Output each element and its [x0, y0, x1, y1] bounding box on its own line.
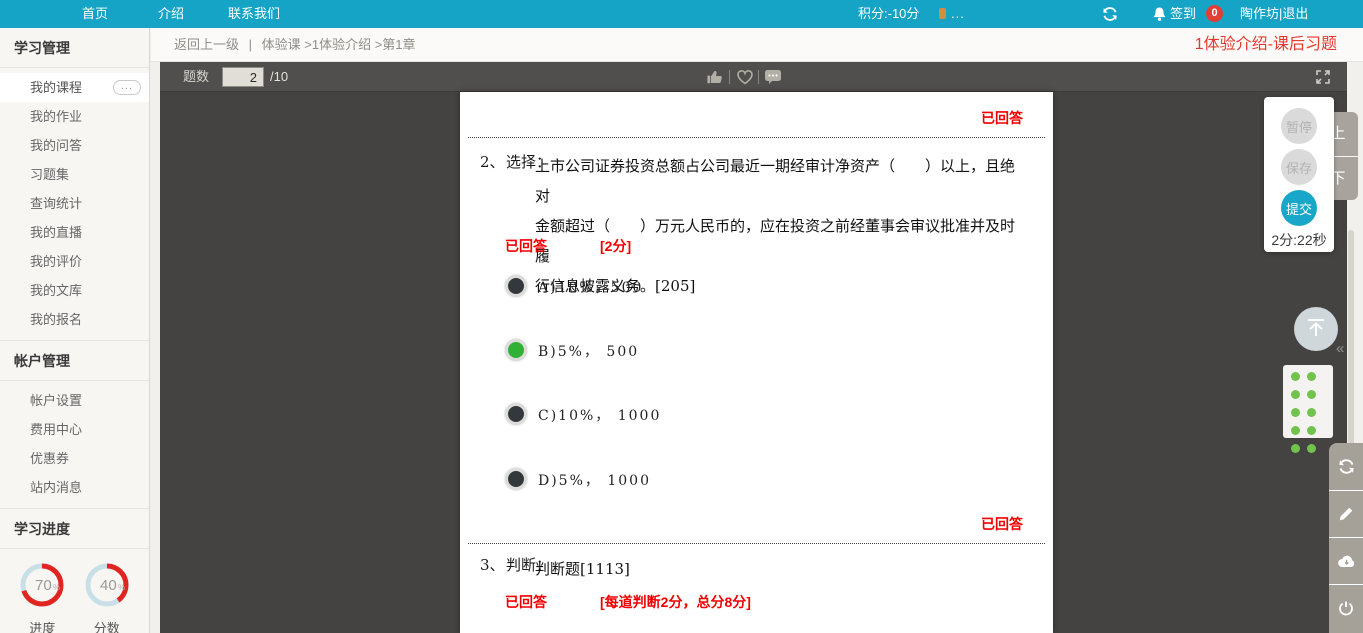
svg-text:70: 70 — [35, 577, 52, 594]
quiz-area: 题数 /10 已回答 2、 选择： — [160, 62, 1347, 633]
page: 首页 介绍 联系我们 积分:-10分 ... 签到 0 陶作坊|退出 学习管理 … — [0, 0, 1363, 633]
radio-unselected[interactable] — [505, 468, 527, 490]
progress-ring-progress: 70 % 进度 — [18, 561, 66, 633]
more-button[interactable]: ... — [112, 80, 141, 95]
svg-text:40: 40 — [100, 577, 117, 594]
option-label[interactable]: B)5%， 500 — [538, 341, 639, 361]
save-button[interactable]: 保存 — [1281, 149, 1317, 185]
breadcrumb-path[interactable]: 体验课 >1体验介绍 >第1章 — [262, 37, 416, 52]
signin-button[interactable]: 签到 — [1170, 0, 1196, 28]
sidebar-section-learning: 学习管理 — [0, 28, 149, 68]
pencil-icon[interactable] — [1329, 490, 1363, 537]
answered-label: 已回答 — [505, 238, 547, 254]
svg-text:%: % — [118, 583, 125, 592]
sidebar-item-my-courses[interactable]: 我的课程 ... — [0, 73, 149, 102]
progress-ring-score: 40 % 分数 — [83, 561, 131, 633]
points-label: 积分:-10分 — [858, 6, 920, 21]
page-title: 1体验介绍-课后习题 — [1194, 36, 1337, 53]
exam-control-panel: 暂停 保存 提交 2分:22秒 — [1264, 97, 1334, 252]
sidebar-item-exercise-set[interactable]: 习题集 — [0, 160, 149, 189]
back-to-top-icon — [1304, 315, 1328, 344]
breadcrumb-separator: | — [248, 37, 253, 52]
comment-icon[interactable] — [764, 69, 782, 90]
bell-icon[interactable] — [1152, 6, 1167, 25]
question-total: /10 — [270, 69, 289, 84]
radio-selected[interactable] — [505, 339, 527, 361]
nav-intro[interactable]: 介绍 — [158, 0, 184, 28]
power-icon[interactable] — [1329, 584, 1363, 631]
sidebar-item-query-stats[interactable]: 查询统计 — [0, 189, 149, 218]
collapse-panel-handle[interactable]: « — [1336, 340, 1344, 357]
question-dot[interactable] — [1307, 444, 1316, 453]
divider — [468, 543, 1045, 544]
question-dot[interactable] — [1291, 372, 1300, 381]
nav-contact[interactable]: 联系我们 — [228, 0, 280, 28]
sidebar-item-fee-center[interactable]: 费用中心 — [0, 415, 149, 444]
radio-unselected[interactable] — [505, 275, 527, 297]
sidebar-item-my-qa[interactable]: 我的问答 — [0, 131, 149, 160]
answered-questions-panel — [1283, 365, 1333, 453]
score-label: [每道判断2分，总分8分] — [600, 594, 751, 610]
question-dot[interactable] — [1307, 390, 1316, 399]
quiz-toolbar: 题数 /10 — [160, 62, 1347, 92]
sidebar: 学习管理 我的课程 ... 我的作业 我的问答 习题集 查询统计 我的直播 我的… — [0, 28, 150, 633]
sidebar-item-coupons[interactable]: 优惠券 — [0, 444, 149, 473]
sidebar-item-my-homework[interactable]: 我的作业 — [0, 102, 149, 131]
user-logout[interactable]: 陶作坊|退出 — [1240, 0, 1308, 28]
back-to-top-button[interactable] — [1294, 307, 1338, 351]
toolbar-separator — [729, 70, 730, 84]
option-label[interactable]: A)10%，500 — [538, 277, 643, 297]
sidebar-item-my-live[interactable]: 我的直播 — [0, 218, 149, 247]
points-more[interactable]: ... — [951, 0, 965, 28]
refresh-icon[interactable] — [1102, 6, 1118, 25]
toolbar-separator — [758, 70, 759, 84]
question-dot[interactable] — [1307, 426, 1316, 435]
answered-label: 已回答 — [505, 594, 547, 610]
side-tools-bar — [1329, 443, 1363, 633]
question-count-label: 题数 — [183, 69, 210, 84]
points-icon — [939, 8, 946, 19]
question-dot[interactable] — [1291, 390, 1300, 399]
submit-button[interactable]: 提交 — [1281, 190, 1317, 226]
heart-icon[interactable] — [736, 69, 754, 90]
sidebar-item-my-reviews[interactable]: 我的评价 — [0, 247, 149, 276]
svg-text:%: % — [53, 583, 60, 592]
refresh-icon[interactable] — [1329, 443, 1363, 490]
sidebar-item-my-library[interactable]: 我的文库 — [0, 276, 149, 305]
nav-home[interactable]: 首页 — [82, 0, 108, 28]
sidebar-item-my-signup[interactable]: 我的报名 — [0, 305, 149, 334]
question-text: 判断题[1113] — [535, 560, 630, 578]
sidebar-item-label: 我的课程 — [30, 80, 83, 95]
question-panel: 已回答 2、 选择： 上市公司证券投资总额占公司最近一期经审计净资产（ ）以上，… — [460, 92, 1053, 633]
option-label[interactable]: D)5%， 1000 — [538, 470, 651, 490]
sidebar-section-progress: 学习进度 — [0, 509, 149, 549]
notification-badge[interactable]: 0 — [1206, 5, 1223, 22]
score-label: [2分] — [600, 238, 632, 254]
option-label[interactable]: C)10%， 1000 — [538, 405, 661, 425]
question-dot[interactable] — [1307, 372, 1316, 381]
question-number-input[interactable] — [222, 67, 264, 87]
question-number: 2、 — [480, 153, 505, 171]
status-answered: 已回答 — [981, 110, 1023, 126]
fullscreen-icon[interactable] — [1315, 69, 1331, 90]
thumbs-up-icon[interactable] — [706, 69, 723, 90]
back-link[interactable]: 返回上一级 — [174, 37, 239, 52]
breadcrumb: 返回上一级 | 体验课 >1体验介绍 >第1章 — [174, 28, 422, 62]
sidebar-section-account: 帐户管理 — [0, 341, 149, 381]
question-dot[interactable] — [1291, 426, 1300, 435]
radio-unselected[interactable] — [505, 403, 527, 425]
divider — [468, 137, 1045, 138]
exam-timer: 2分:22秒 — [1271, 232, 1327, 248]
sidebar-item-account-settings[interactable]: 帐户设置 — [0, 386, 149, 415]
sidebar-item-site-messages[interactable]: 站内消息 — [0, 473, 149, 502]
question-dot[interactable] — [1291, 444, 1300, 453]
cloud-download-icon[interactable] — [1329, 537, 1363, 584]
status-answered: 已回答 — [981, 516, 1023, 532]
content-header: 返回上一级 | 体验课 >1体验介绍 >第1章 1体验介绍-课后习题 — [151, 28, 1363, 62]
question-dot[interactable] — [1291, 408, 1300, 417]
question-dot[interactable] — [1307, 408, 1316, 417]
top-nav-bar: 首页 介绍 联系我们 积分:-10分 ... 签到 0 陶作坊|退出 — [0, 0, 1363, 28]
question-number: 3、 — [480, 556, 505, 574]
pause-button[interactable]: 暂停 — [1281, 108, 1317, 144]
